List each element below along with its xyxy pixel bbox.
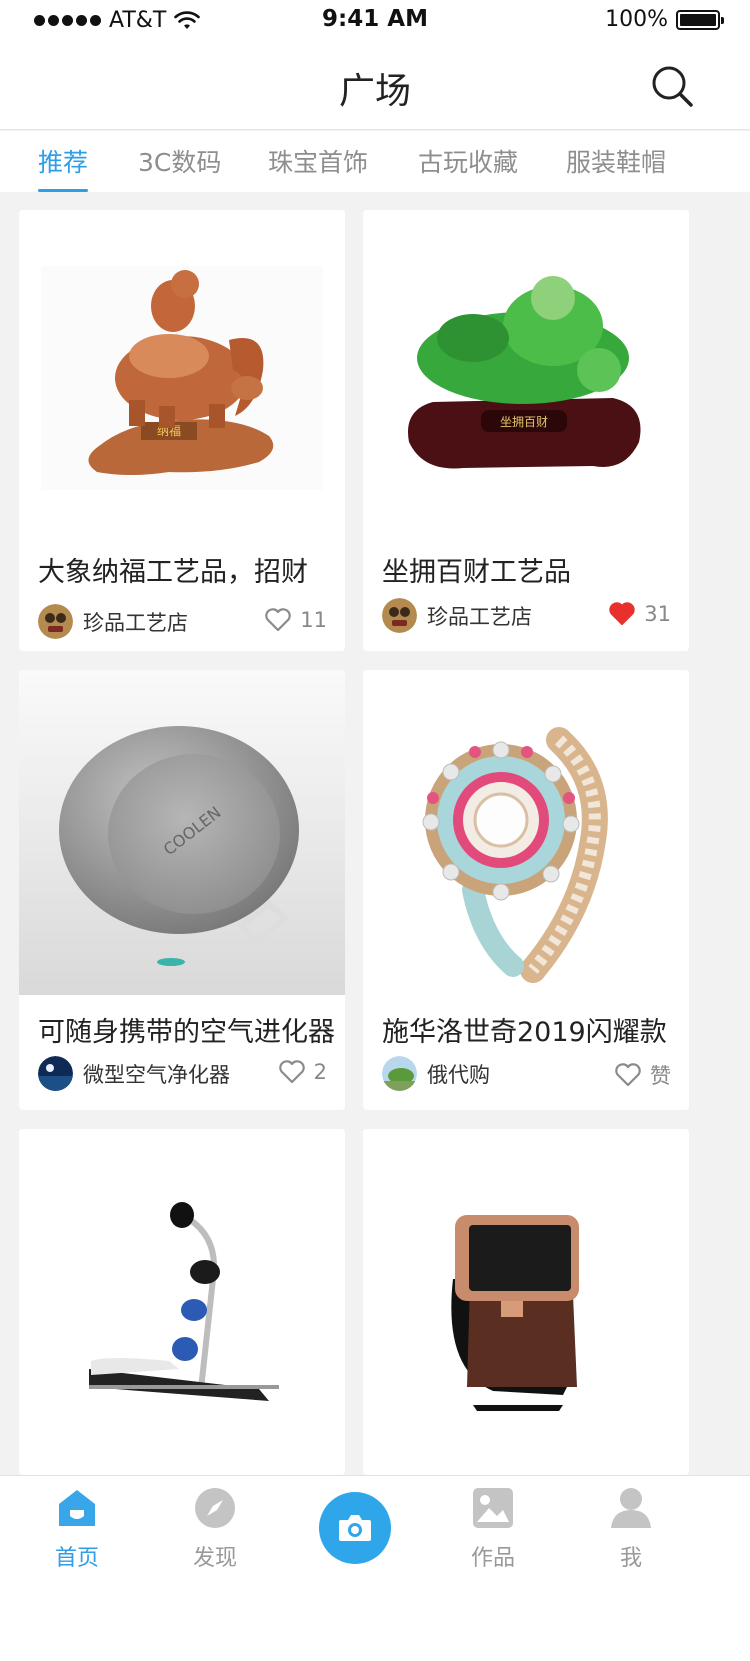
fitness-machine-image	[19, 1129, 345, 1449]
tabbar-me[interactable]: 我	[586, 1486, 676, 1572]
tabbar-label: 作品	[470, 1546, 515, 1571]
shop-info[interactable]: 俄代购	[382, 1056, 490, 1091]
product-title: 可随身携带的空气进化器	[38, 1017, 335, 1048]
tabbar-discover[interactable]: 发现	[170, 1486, 260, 1572]
user-icon	[611, 1488, 651, 1528]
air-purifier-image: COOLEN	[19, 670, 345, 995]
heart-outline-icon	[265, 608, 292, 632]
shop-info[interactable]: 珍品工艺店	[382, 598, 532, 633]
product-title: 施华洛世奇2019闪耀款	[382, 1017, 667, 1048]
tab-clothing[interactable]: 服装鞋帽	[566, 143, 666, 192]
tabbar-label: 首页	[54, 1546, 99, 1571]
shop-avatar	[382, 598, 417, 633]
tab-recommend[interactable]: 推荐	[38, 143, 89, 192]
tab-3c-digital[interactable]: 3C数码	[138, 143, 221, 192]
shop-avatar	[38, 604, 73, 639]
camera-button[interactable]	[319, 1492, 391, 1564]
status-bar: AT&T 9:41 AM 100%	[0, 0, 750, 40]
like-button[interactable]: 11	[264, 608, 327, 632]
jeweled-watch-image	[363, 670, 689, 995]
battery-percent: 100%	[605, 7, 668, 32]
shop-name: 珍品工艺店	[83, 610, 188, 635]
like-button[interactable]: 赞	[614, 1060, 671, 1090]
smart-watch-image	[363, 1129, 689, 1449]
like-count: 赞	[650, 1064, 671, 1088]
tab-jewelry[interactable]: 珠宝首饰	[268, 143, 368, 192]
jade-buddha-image: 坐拥百财	[363, 210, 689, 530]
shop-info[interactable]: 珍品工艺店	[38, 604, 188, 639]
svg-text:坐拥百财: 坐拥百财	[500, 415, 548, 429]
battery-icon	[676, 9, 724, 30]
shop-info[interactable]: 微型空气净化器	[38, 1056, 230, 1091]
status-right: 100%	[605, 7, 724, 32]
product-card[interactable]: 纳福 大象纳福工艺品，招财 珍品工艺店 11	[19, 210, 345, 651]
page-title: 广场	[338, 71, 411, 112]
like-count: 2	[313, 1060, 327, 1084]
product-title: 大象纳福工艺品，招财	[38, 557, 308, 588]
camera-icon	[339, 1515, 371, 1541]
product-card[interactable]	[19, 1129, 345, 1475]
shop-name: 俄代购	[427, 1062, 490, 1087]
compass-icon	[195, 1488, 235, 1528]
category-tabs: 推荐 3C数码 珠宝首饰 古玩收藏 服装鞋帽	[0, 131, 750, 192]
like-count: 31	[644, 602, 671, 626]
product-card[interactable]: COOLEN 可随身携带的空气进化器 微型空气净化器 2	[19, 670, 345, 1110]
heart-filled-icon	[609, 602, 635, 625]
nav-bar: 广场	[0, 40, 750, 130]
heart-outline-icon	[278, 1060, 305, 1084]
shop-name: 微型空气净化器	[83, 1062, 230, 1087]
shop-name: 珍品工艺店	[427, 604, 532, 629]
like-button[interactable]: 31	[608, 602, 671, 626]
product-card[interactable]	[363, 1129, 689, 1475]
tabbar-works[interactable]: 作品	[448, 1486, 538, 1572]
bottom-tabbar: 首页 发现 作品 我	[0, 1475, 750, 1661]
tabbar-label: 我	[619, 1546, 642, 1571]
gallery-icon	[473, 1488, 513, 1528]
elephant-figurine-image: 纳福	[19, 210, 345, 530]
like-count: 11	[300, 608, 327, 632]
tabbar-label: 发现	[192, 1546, 237, 1571]
product-card[interactable]: 坐拥百财 坐拥百财工艺品 珍品工艺店 31	[363, 210, 689, 651]
search-icon[interactable]	[650, 64, 694, 108]
shop-avatar	[382, 1056, 417, 1091]
heart-outline-icon	[615, 1063, 641, 1087]
shop-avatar	[38, 1056, 73, 1091]
like-button[interactable]: 2	[278, 1060, 327, 1084]
tab-antiques[interactable]: 古玩收藏	[418, 143, 518, 192]
tabbar-home[interactable]: 首页	[32, 1486, 122, 1572]
product-card[interactable]: 施华洛世奇2019闪耀款 俄代购 赞	[363, 670, 689, 1110]
product-title: 坐拥百财工艺品	[382, 557, 571, 588]
home-icon	[59, 1490, 95, 1526]
